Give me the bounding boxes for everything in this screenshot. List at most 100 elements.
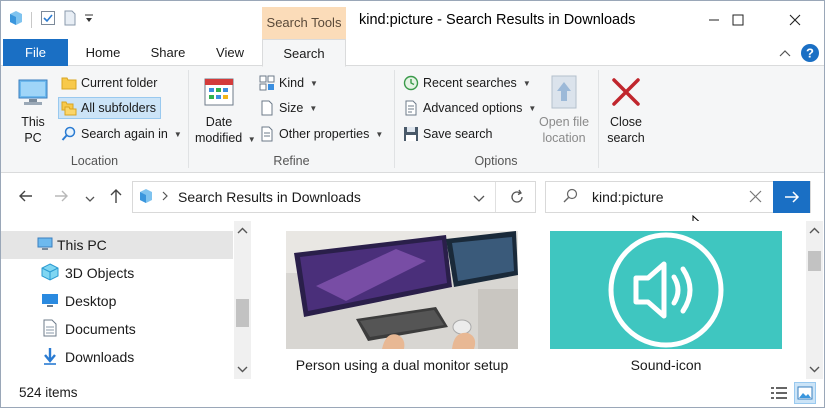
close-icon — [789, 14, 801, 26]
this-pc-button[interactable]: This PC — [11, 74, 55, 146]
nav-scrollbar[interactable] — [234, 221, 251, 379]
title-bar: Search Tools kind:picture - Search Resul… — [1, 1, 824, 39]
nav-item-documents[interactable]: Documents — [1, 315, 233, 343]
maximize-button[interactable] — [714, 1, 762, 39]
nav-label: 3D Objects — [65, 265, 135, 281]
search-go-button[interactable] — [773, 181, 810, 213]
maximize-icon — [732, 14, 744, 26]
refresh-button[interactable] — [509, 189, 525, 208]
back-button[interactable] — [17, 187, 35, 210]
nav-item-downloads[interactable]: Downloads — [1, 343, 233, 371]
advanced-options-icon — [405, 100, 417, 116]
chevron-down-icon: ▼ — [522, 78, 531, 88]
open-file-location-line2: location — [542, 131, 586, 145]
search-icon — [562, 188, 578, 207]
forward-button[interactable] — [52, 187, 70, 210]
help-button[interactable]: ? — [800, 43, 820, 63]
breadcrumb-chevron-icon[interactable] — [161, 190, 169, 204]
file-tile[interactable]: Person using a dual monitor setup — [286, 231, 518, 373]
date-modified-button[interactable]: Date modified ▼ — [195, 74, 256, 148]
recent-searches-button[interactable]: Recent searches ▼ — [403, 72, 531, 94]
search-box[interactable]: kind:picture — [545, 181, 811, 213]
save-search-label: Save search — [423, 127, 493, 141]
address-history-button[interactable] — [473, 192, 485, 206]
address-divider — [495, 182, 496, 212]
close-window-button[interactable] — [771, 1, 819, 39]
qat-customize-icon[interactable] — [84, 11, 94, 28]
other-properties-button[interactable]: Other properties ▼ — [259, 123, 383, 145]
file-scroll-thumb[interactable] — [808, 251, 821, 271]
address-bar[interactable]: Search Results in Downloads — [132, 181, 536, 213]
search-results-location-icon — [139, 188, 153, 207]
all-subfolders-label: All subfolders — [81, 101, 157, 115]
arrow-right-icon — [784, 191, 799, 203]
current-folder-button[interactable]: Current folder — [61, 72, 157, 94]
nav-item-this-pc[interactable]: This PC — [1, 231, 233, 259]
scroll-up-icon[interactable] — [234, 223, 251, 240]
close-search-button[interactable]: Close search — [602, 74, 650, 146]
details-view-button[interactable] — [770, 385, 788, 404]
tab-file[interactable]: File — [3, 39, 68, 66]
arrow-up-icon — [110, 189, 122, 203]
file-scrollbar[interactable] — [806, 221, 823, 379]
scroll-down-icon[interactable] — [806, 360, 823, 377]
tab-home[interactable]: Home — [73, 39, 133, 66]
up-button[interactable] — [107, 187, 125, 210]
advanced-options-button[interactable]: Advanced options ▼ — [403, 97, 536, 119]
nav-label: This PC — [57, 237, 107, 253]
item-count: 524 items — [19, 385, 78, 400]
all-subfolders-button[interactable]: All subfolders — [58, 97, 162, 119]
explorer-app-icon[interactable] — [9, 10, 23, 29]
recent-locations-button[interactable] — [85, 191, 95, 209]
nav-item-3d-objects[interactable]: 3D Objects — [1, 259, 233, 287]
ribbon-collapse-button[interactable] — [779, 43, 791, 63]
close-search-line1: Close — [610, 115, 642, 129]
close-search-icon — [612, 78, 640, 106]
nav-scroll-thumb[interactable] — [236, 299, 249, 327]
kind-icon — [259, 75, 275, 91]
new-folder-icon[interactable] — [64, 10, 76, 29]
chevron-down-icon: ▼ — [247, 135, 256, 144]
clear-search-button[interactable] — [749, 190, 762, 206]
advanced-options-label: Advanced options — [423, 101, 523, 115]
search-input[interactable]: kind:picture — [592, 189, 664, 205]
properties-icon[interactable] — [40, 10, 56, 29]
nav-item-desktop[interactable]: Desktop — [1, 287, 233, 315]
arrow-right-icon — [55, 190, 68, 202]
properties-doc-icon — [261, 126, 273, 142]
scroll-up-icon[interactable] — [806, 223, 823, 240]
tab-search[interactable]: Search — [262, 39, 346, 67]
tab-view[interactable]: View — [201, 39, 259, 66]
dual-monitor-thumbnail — [286, 231, 518, 349]
desktop-icon — [41, 292, 63, 311]
downloads-icon — [43, 347, 63, 368]
group-divider — [598, 70, 599, 168]
save-search-button[interactable]: Save search — [403, 123, 492, 145]
tab-share[interactable]: Share — [139, 39, 197, 66]
kind-button[interactable]: Kind ▼ — [259, 72, 318, 94]
address-row: Search Results in Downloads kind:picture — [1, 173, 824, 235]
date-modified-label-line1: Date — [205, 115, 233, 129]
chevron-down-icon: ▼ — [375, 129, 384, 139]
file-caption: Person using a dual monitor setup — [295, 357, 509, 373]
open-file-location-button[interactable]: Open file location — [535, 74, 593, 146]
svg-text:?: ? — [806, 46, 814, 61]
kind-label: Kind — [279, 76, 305, 90]
navigation-pane: This PC 3D Objects Desktop Documents Dow… — [1, 221, 253, 379]
size-label: Size — [279, 101, 304, 115]
subfolders-icon — [61, 101, 77, 116]
file-tile[interactable]: Sound-icon — [550, 231, 782, 373]
nav-label: Desktop — [65, 293, 117, 309]
recent-searches-icon — [403, 75, 419, 91]
chevron-down-icon: ▼ — [310, 78, 318, 88]
chevron-down-icon — [85, 196, 95, 202]
scroll-down-icon[interactable] — [234, 360, 251, 377]
open-file-location-line1: Open file — [538, 115, 590, 129]
search-again-in-button[interactable]: Search again in ▼ — [61, 123, 182, 145]
date-modified-label-line2: modified ▼ — [195, 130, 256, 148]
size-button[interactable]: Size ▼ — [259, 97, 317, 119]
large-icons-view-button[interactable] — [794, 382, 816, 404]
current-folder-label: Current folder — [81, 76, 158, 90]
breadcrumb-current[interactable]: Search Results in Downloads — [178, 189, 361, 205]
other-properties-label: Other properties — [279, 127, 370, 141]
